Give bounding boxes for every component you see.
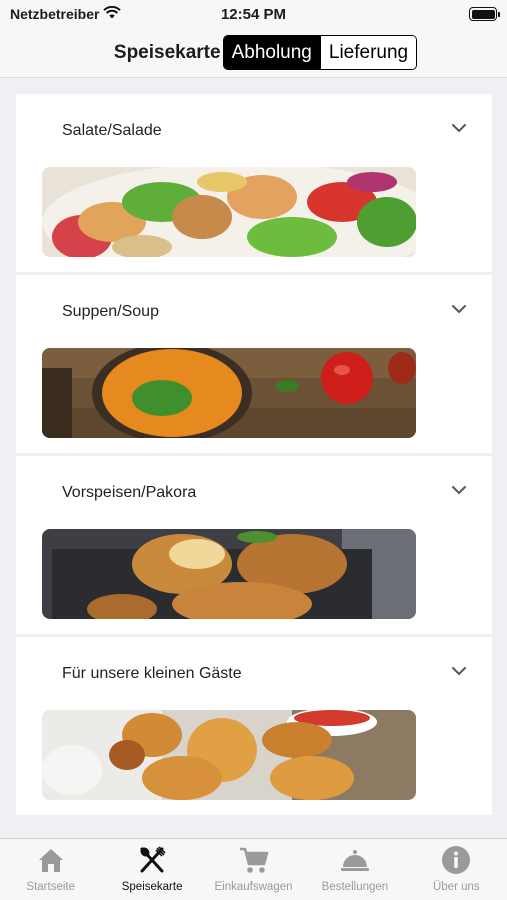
category-card-vorspeisen[interactable]: Vorspeisen/Pakora <box>16 456 492 634</box>
carrier-label: Netzbetreiber <box>10 6 100 22</box>
cart-icon <box>237 845 271 875</box>
soup-image <box>42 348 416 438</box>
status-bar: Netzbetreiber 12:54 PM <box>0 0 507 28</box>
battery-icon <box>469 7 500 21</box>
tab-label: Bestellungen <box>321 881 389 893</box>
wifi-icon <box>103 5 122 22</box>
tab-label: Einkaufswagen <box>214 881 293 893</box>
category-card-salate[interactable]: Salate/Salade <box>16 94 492 272</box>
nuggets-image <box>42 710 416 800</box>
category-title: Vorspeisen/Pakora <box>62 484 197 501</box>
tab-einkaufswagen[interactable]: Einkaufswagen <box>203 839 304 900</box>
page-title: Speisekarte <box>113 41 221 63</box>
chevron-down-icon[interactable] <box>452 123 466 133</box>
tab-label: Über uns <box>432 881 480 893</box>
cloche-icon <box>338 845 372 875</box>
segment-lieferung[interactable]: Lieferung <box>319 36 417 69</box>
category-card-suppen[interactable]: Suppen/Soup <box>16 275 492 453</box>
menu-category-list: Salate/Salade Suppen/Soup Vorspeisen/Pak… <box>16 94 492 818</box>
tab-ueber-uns[interactable]: Über uns <box>406 839 507 900</box>
chevron-down-icon[interactable] <box>452 485 466 495</box>
fork-knife-icon <box>135 845 169 875</box>
chevron-down-icon[interactable] <box>452 304 466 314</box>
category-title: Salate/Salade <box>62 122 162 139</box>
category-title: Für unsere kleinen Gäste <box>62 665 242 682</box>
tab-speisekarte[interactable]: Speisekarte <box>101 839 202 900</box>
category-title: Suppen/Soup <box>62 303 159 320</box>
tab-startseite[interactable]: Startseite <box>0 839 101 900</box>
tab-bestellungen[interactable]: Bestellungen <box>304 839 405 900</box>
tab-label: Speisekarte <box>121 881 183 893</box>
salad-image <box>42 167 416 257</box>
chevron-down-icon[interactable] <box>452 666 466 676</box>
home-icon <box>34 845 68 875</box>
pakora-image <box>42 529 416 619</box>
category-card-kinder[interactable]: Für unsere kleinen Gäste <box>16 637 492 815</box>
tab-label: Startseite <box>26 881 75 893</box>
navigation-bar: Speisekarte Abholung Lieferung <box>0 28 507 78</box>
segment-abholung[interactable]: Abholung <box>223 36 320 69</box>
order-type-segmented-control: Abholung Lieferung <box>222 35 418 70</box>
tab-bar: Startseite Speisekarte Einkaufswagen Bes… <box>0 838 507 900</box>
info-icon <box>439 845 473 875</box>
